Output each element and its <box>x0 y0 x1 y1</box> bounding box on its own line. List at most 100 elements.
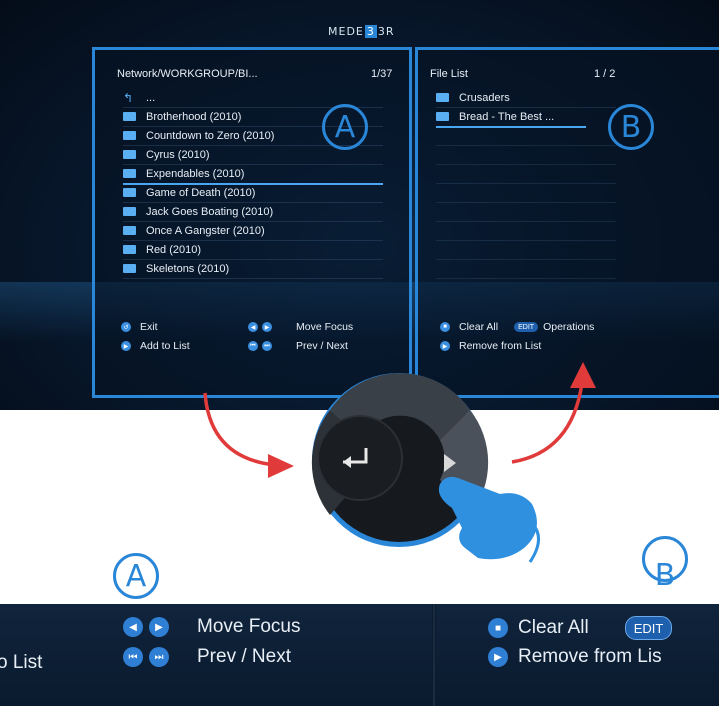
folder-icon <box>123 112 136 121</box>
skip-next-icon: ⏭ <box>149 647 169 667</box>
folder-icon <box>123 245 136 254</box>
app-logo: MEDE 3 3R <box>328 25 395 38</box>
hint-clear-all-label: Clear All <box>459 321 499 333</box>
list-item-label: Brotherhood (2010) <box>146 110 242 123</box>
folder-icon <box>123 207 136 216</box>
zoom-hint-move-focus: ◀ ▶ Move Focus <box>123 616 300 638</box>
return-icon: ↰ <box>123 90 134 105</box>
skip-prev-icon: ⏮ <box>123 647 143 667</box>
return-icon: ↺ <box>121 322 131 332</box>
list-item-label: Bread - The Best ... <box>459 110 555 123</box>
folder-icon <box>123 264 136 273</box>
empty-row <box>436 164 616 184</box>
arrow-left-icon: ◀ <box>123 617 143 637</box>
list-item[interactable]: Game of Death (2010) <box>123 183 383 203</box>
empty-row <box>436 259 616 279</box>
logo-text-left: MEDE <box>328 25 364 38</box>
zoom-remove-label: Remove from Lis <box>518 646 662 667</box>
list-item[interactable]: Jack Goes Boating (2010) <box>123 202 383 222</box>
panel-a-path: Network/WORKGROUP/BI... <box>117 68 258 80</box>
stop-icon: ■ <box>488 618 508 638</box>
folder-icon <box>123 226 136 235</box>
logo-text-right: 3R <box>377 25 395 38</box>
empty-row <box>436 145 616 165</box>
list-item-label: Skeletons (2010) <box>146 262 230 275</box>
hint-clear-all: ■ Clear All EDIT Operations <box>440 321 594 333</box>
folder-icon <box>123 131 136 140</box>
skip-prev-icon: ⏮ <box>248 341 258 351</box>
label-b-text: B <box>620 109 642 145</box>
zoom-hint-add-fragment: o List <box>0 652 42 674</box>
folder-icon <box>436 93 449 102</box>
zoom-label-b-circle: B <box>642 536 688 593</box>
panel-b-file-list: File List 1 / 2 Crusaders Bread - The Be… <box>415 47 719 398</box>
panel-b-count: 1 / 2 <box>594 68 616 80</box>
hint-prev-next-label: Prev / Next <box>296 340 348 352</box>
edit-button-icon: EDIT <box>514 322 539 332</box>
zoom-clear-all-label: Clear All <box>518 617 589 638</box>
zoom-label-a-text: A <box>125 558 147 594</box>
label-a-circle: A <box>322 104 368 150</box>
folder-icon <box>123 169 136 178</box>
panel-divider <box>432 604 436 706</box>
panel-a-network-browser: Network/WORKGROUP/BI... 1/37 ↰ ... Broth… <box>92 47 412 398</box>
panel-a-count: 1/37 <box>371 68 393 80</box>
zoom-label-b-text: B <box>654 558 676 593</box>
list-item-selected[interactable]: Bread - The Best ... <box>436 107 586 128</box>
zoom-add-fragment-label: o List <box>0 652 43 673</box>
hint-prev-next: ⏮ ⏭ Prev / Next <box>248 340 348 352</box>
media-player-screen: MEDE 3 3R Network/WORKGROUP/BI... 1/37 ↰ .… <box>0 0 719 410</box>
list-item-label: Once A Gangster (2010) <box>146 224 265 237</box>
empty-row <box>436 240 616 260</box>
list-item-label: Expendables (2010) <box>146 167 245 180</box>
arrow-right-icon: ▶ <box>262 322 272 332</box>
empty-row <box>436 126 616 146</box>
logo-text-mid: 3 <box>364 25 377 38</box>
hint-remove-from-list: ▶ Remove from List <box>440 340 541 352</box>
hint-exit-label: Exit <box>140 321 158 333</box>
edit-button-icon: EDIT <box>624 616 673 640</box>
zoomed-hint-bar: o List ◀ ▶ Move Focus ⏮ ⏭ Prev / Next ■ Clear… <box>0 604 719 706</box>
label-b-circle: B <box>608 104 654 150</box>
play-pause-icon: ▶ <box>121 341 131 351</box>
skip-next-icon: ⏭ <box>262 341 272 351</box>
hint-remove-label: Remove from List <box>459 340 542 352</box>
list-item[interactable]: Once A Gangster (2010) <box>123 221 383 241</box>
zoom-prev-next-label: Prev / Next <box>197 646 291 667</box>
hand-press-icon <box>438 476 540 563</box>
list-item-label: Cyrus (2010) <box>146 148 210 161</box>
arrow-right-icon: ▶ <box>149 617 169 637</box>
folder-icon <box>123 188 136 197</box>
hint-move-focus-label: Move Focus <box>296 321 354 333</box>
folder-icon <box>123 150 136 159</box>
hint-exit: ↺ Exit <box>121 321 158 333</box>
zoom-move-focus-label: Move Focus <box>197 616 301 637</box>
list-item-label: Game of Death (2010) <box>146 186 256 199</box>
arrow-a-head <box>268 454 294 478</box>
play-pause-icon: ▶ <box>488 647 508 667</box>
label-a-text: A <box>334 109 356 145</box>
folder-icon <box>436 112 449 121</box>
arrow-left-icon: ◀ <box>248 322 258 332</box>
list-item-label: Countdown to Zero (2010) <box>146 129 275 142</box>
list-item[interactable]: Skeletons (2010) <box>123 259 383 279</box>
list-item-label: Red (2010) <box>146 243 202 256</box>
hint-operations-label: Operations <box>543 321 595 333</box>
list-item-label: Crusaders <box>459 91 510 104</box>
list-item[interactable]: Red (2010) <box>123 240 383 260</box>
zoom-label-a-circle: A <box>113 553 159 599</box>
list-item-label: Jack Goes Boating (2010) <box>146 205 274 218</box>
hint-move-focus: ◀ ▶ Move Focus <box>248 321 353 333</box>
up-directory-label: ... <box>146 91 156 104</box>
empty-row <box>436 183 616 203</box>
zoom-hint-prev-next: ⏮ ⏭ Prev / Next <box>123 646 291 668</box>
zoom-hint-clear-all: ■ Clear All EDIT <box>488 616 673 640</box>
stop-icon: ■ <box>440 322 450 332</box>
panel-b-title: File List <box>430 68 468 80</box>
list-item[interactable]: Crusaders <box>436 88 616 108</box>
play-pause-icon: ▶ <box>440 341 450 351</box>
list-item-selected[interactable]: Expendables (2010) <box>123 164 383 185</box>
empty-row <box>436 202 616 222</box>
zoom-hint-remove-from-list: ▶ Remove from Lis <box>488 646 662 668</box>
empty-row <box>436 221 616 241</box>
